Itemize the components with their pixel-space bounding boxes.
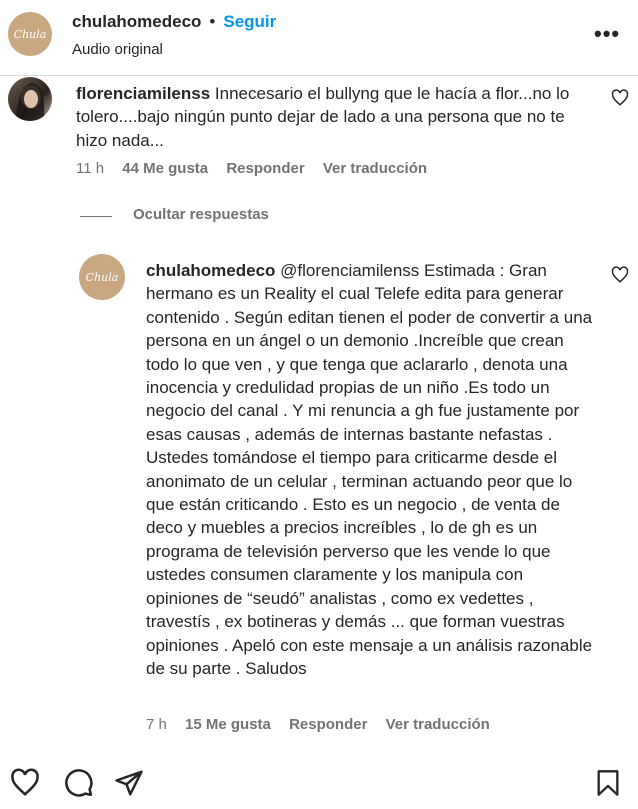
save-post-button[interactable] xyxy=(594,768,622,798)
comment-time: 11 h xyxy=(76,160,105,177)
heart-icon xyxy=(611,89,629,106)
comment-username[interactable]: florenciamilenss xyxy=(76,84,210,103)
reply-translate-button[interactable]: Ver traducción xyxy=(386,716,490,733)
commenter-avatar[interactable] xyxy=(8,77,52,121)
more-options-button[interactable]: ••• xyxy=(594,21,620,47)
like-post-button[interactable] xyxy=(10,768,40,798)
reply-username[interactable]: chulahomedeco xyxy=(146,261,275,280)
comment-reply-button[interactable]: Responder xyxy=(226,160,304,177)
comment-meta: 11 h 44 Me gusta Responder Ver traducció… xyxy=(76,160,441,177)
comment-body: florenciamilenss Innecesario el bullyng … xyxy=(76,82,586,152)
commenter-photo-icon xyxy=(16,83,45,121)
reply-mention[interactable]: @florenciamilenss xyxy=(280,261,419,280)
reply-like-button[interactable] xyxy=(611,266,629,289)
header-avatar[interactable]: Chula xyxy=(8,12,52,56)
share-post-button[interactable] xyxy=(114,768,144,798)
hide-replies-line xyxy=(80,216,112,217)
comment-icon xyxy=(65,769,93,797)
reply-text: Estimada : Gran hermano es un Reality el… xyxy=(146,261,593,678)
reply-avatar[interactable]: Chula xyxy=(79,254,125,300)
share-icon xyxy=(115,770,143,796)
header-separator: • xyxy=(209,12,216,31)
reply-time: 7 h xyxy=(146,716,167,733)
reply-reply-button[interactable]: Responder xyxy=(289,716,367,733)
comment-translate-button[interactable]: Ver traducción xyxy=(323,160,427,177)
audio-label[interactable]: Audio original xyxy=(72,41,163,58)
reply-body: chulahomedeco @florenciamilenss Estimada… xyxy=(146,259,594,680)
reply-likes[interactable]: 15 Me gusta xyxy=(185,716,271,733)
comment-likes[interactable]: 44 Me gusta xyxy=(122,160,208,177)
avatar-logo-text: Chula xyxy=(13,27,47,41)
header-divider xyxy=(0,75,638,76)
heart-icon xyxy=(611,266,629,283)
comment-post-button[interactable] xyxy=(64,768,94,798)
hide-replies-button[interactable]: Ocultar respuestas xyxy=(133,206,269,223)
reply-meta: 7 h 15 Me gusta Responder Ver traducción xyxy=(146,716,504,733)
bookmark-icon xyxy=(597,770,619,796)
header-username[interactable]: chulahomedeco xyxy=(72,12,201,32)
comment-like-button[interactable] xyxy=(611,89,629,112)
reply-avatar-logo-text: Chula xyxy=(85,270,119,284)
header-title-row: chulahomedeco • Seguir xyxy=(72,12,276,32)
heart-icon xyxy=(11,768,39,796)
follow-button[interactable]: Seguir xyxy=(223,12,276,32)
